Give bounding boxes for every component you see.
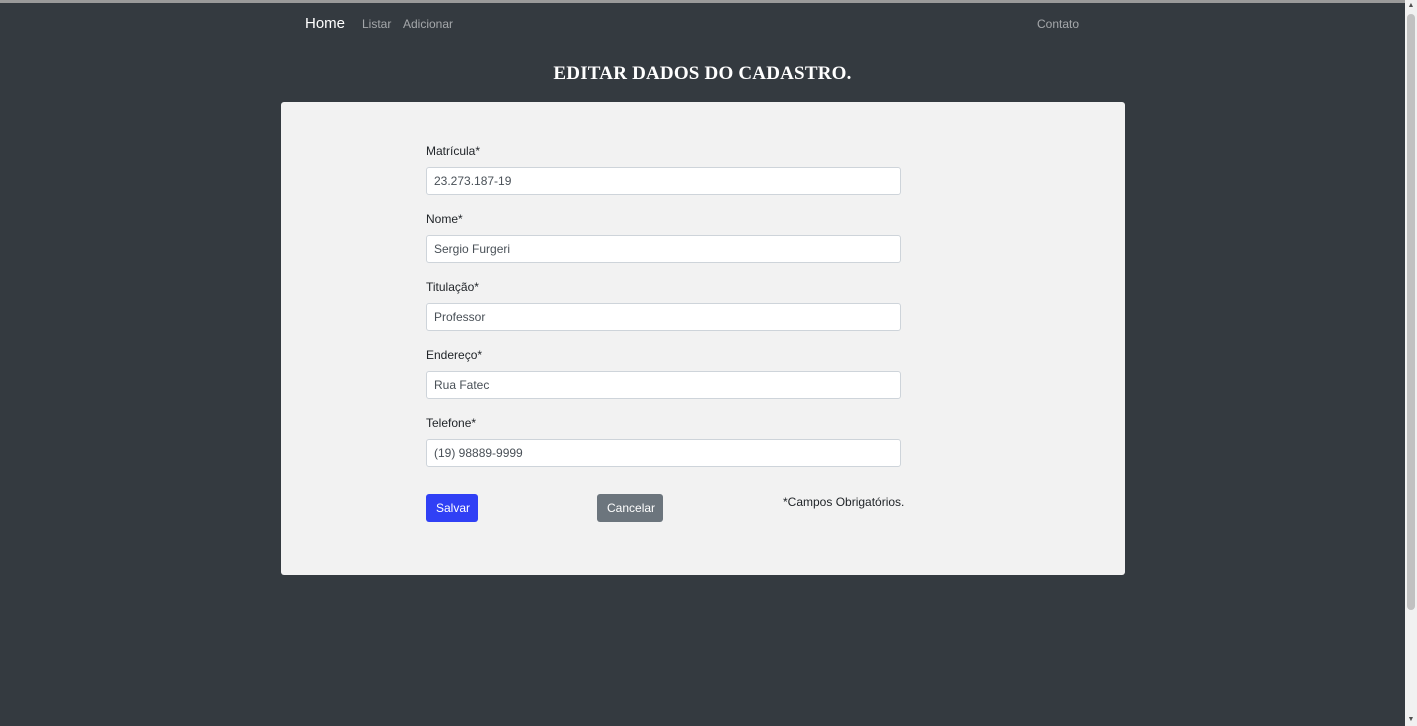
titulacao-input[interactable] xyxy=(426,303,901,331)
page-scrollbar[interactable]: ▲ ▼ xyxy=(1405,0,1417,726)
endereco-input[interactable] xyxy=(426,371,901,399)
cancel-button[interactable]: Cancelar xyxy=(597,494,663,522)
endereco-label: Endereço* xyxy=(426,348,483,362)
required-fields-note: *Campos Obrigatórios. xyxy=(783,495,905,509)
navbar: Home Listar Adicionar Contato xyxy=(0,3,1405,43)
nav-adicionar-link[interactable]: Adicionar xyxy=(403,17,453,31)
nome-input[interactable] xyxy=(426,235,901,263)
telefone-input[interactable] xyxy=(426,439,901,467)
nav-listar-link[interactable]: Listar xyxy=(362,17,391,31)
scroll-down-arrow-icon[interactable]: ▼ xyxy=(1405,714,1417,726)
nome-label: Nome* xyxy=(426,212,463,226)
save-button[interactable]: Salvar xyxy=(426,494,478,522)
page-title: EDITAR DADOS DO CADASTRO. xyxy=(553,63,852,84)
edit-form-card: Matrícula* Nome* Titulação* Endereço* Te… xyxy=(281,102,1125,575)
telefone-label: Telefone* xyxy=(426,416,477,430)
nav-home-link[interactable]: Home xyxy=(305,15,345,32)
nav-contato-link[interactable]: Contato xyxy=(1037,17,1079,31)
scrollbar-thumb[interactable] xyxy=(1407,14,1415,610)
matricula-input[interactable] xyxy=(426,167,901,195)
titulacao-label: Titulação* xyxy=(426,280,479,294)
scroll-up-arrow-icon[interactable]: ▲ xyxy=(1405,0,1417,12)
matricula-label: Matrícula* xyxy=(426,144,481,158)
